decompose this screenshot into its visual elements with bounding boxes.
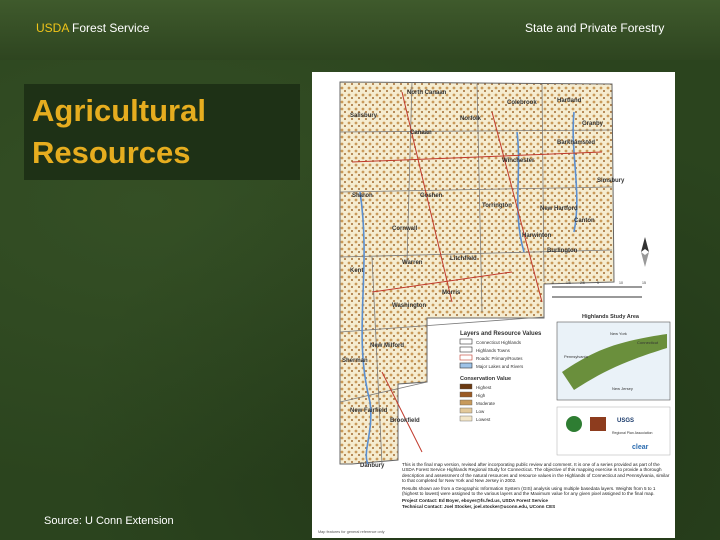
town-label: Colebrook <box>507 100 537 106</box>
conservation-swatch <box>459 383 473 390</box>
map-footnote: Map features for general reference only <box>318 530 385 534</box>
title-box: Agricultural Resources <box>24 84 300 180</box>
scale-tick-label: 5 <box>597 281 599 285</box>
town-label: Granby <box>582 121 604 127</box>
logo-clear: clear <box>632 444 649 451</box>
town-label: Cornwall <box>392 226 418 232</box>
logo-usgs: USGS <box>617 418 634 424</box>
conservation-label: Low <box>476 409 485 414</box>
scale-tick-label: 2/5 <box>580 281 585 285</box>
legend-layer-label: Highlands Towns <box>476 348 511 353</box>
logo-rpa: Regional Plan Association <box>612 431 653 435</box>
forest-service-label: Forest Service <box>72 21 150 35</box>
scale-tick-label: 0 <box>552 281 554 285</box>
legend-layer-label: Major Lakes and Rivers <box>476 364 524 369</box>
town-label: New Milford <box>370 343 404 349</box>
legend-layer-label: Roads: Primary/Routes <box>476 356 523 361</box>
conservation-label: Lowest <box>476 417 491 422</box>
slide-title: Agricultural Resources <box>32 93 206 170</box>
inset-state-label: New Jersey <box>612 386 633 391</box>
town-label: Hartland <box>557 98 582 104</box>
source-caption: Source: U Conn Extension <box>44 515 174 527</box>
town-label: Washington <box>392 303 426 309</box>
conservation-swatch <box>459 415 473 422</box>
map-description: This is the final map version, revised a… <box>318 462 670 534</box>
town-label: Canton <box>574 218 595 224</box>
town-label: Danbury <box>360 463 385 469</box>
legend-heading: Layers and Resource Values <box>460 331 542 337</box>
agency-label: USDA Forest Service <box>36 21 149 35</box>
inset-state-label: Pennsylvania <box>564 354 589 359</box>
town-label: Kent <box>350 268 363 274</box>
inset-title: Highlands Study Area <box>582 314 640 320</box>
legend-swatch <box>459 346 473 353</box>
map-legend: Layers and Resource Values Connecticut H… <box>459 331 542 422</box>
conservation-heading: Conservation Value <box>460 376 511 382</box>
town-label: Harwinton <box>522 233 552 239</box>
legend-swatch <box>459 338 473 345</box>
conservation-swatch <box>459 391 473 398</box>
town-label: Salisbury <box>350 113 378 119</box>
scale-bar: 0 1/5 2/5 5 10 15 <box>552 281 646 298</box>
town-label: Litchfield <box>450 256 477 262</box>
compass-icon <box>641 237 649 267</box>
town-label: Goshen <box>420 193 443 199</box>
usda-label: USDA <box>36 21 69 35</box>
town-label: Norfolk <box>460 116 482 122</box>
legend-layer-label: Connecticut Highlands <box>476 340 522 345</box>
town-label: Winchester <box>502 158 535 164</box>
town-label: Sharon <box>352 193 373 199</box>
inset-map: Highlands Study Area New York Connecticut… <box>556 314 671 401</box>
town-label: Morris <box>442 290 461 296</box>
town-label: Burlington <box>547 248 578 254</box>
scale-tick-label: 1/5 <box>566 281 571 285</box>
description-text-2: Results shown are from a Geographic Info… <box>402 485 656 497</box>
highlands-map: North Canaan Colebrook Hartland Salisbury No… <box>318 81 671 534</box>
map-image: North Canaan Colebrook Hartland Salisbury No… <box>312 72 675 538</box>
town-label: Canaan <box>410 130 432 136</box>
scale-tick-label: 10 <box>619 281 623 285</box>
scale-tick-label: 15 <box>642 281 646 285</box>
conservation-label: High <box>476 393 486 398</box>
town-label: New Fairfield <box>350 408 388 414</box>
inset-state-label: New York <box>610 331 627 336</box>
town-label: Brookfield <box>390 418 420 424</box>
conservation-label: Moderate <box>476 401 496 406</box>
town-label: New Hartford <box>540 206 578 212</box>
legend-swatch <box>459 362 473 369</box>
legend-swatch <box>459 354 473 361</box>
partner-logos: USGS Regional Plan Association clear <box>556 406 671 456</box>
inset-state-label: Connecticut <box>637 340 659 345</box>
technical-contact: Technical Contact: Joel Stocker, joel.st… <box>402 503 556 509</box>
conservation-swatch <box>459 407 473 414</box>
town-label: Sherman <box>342 358 368 364</box>
program-label: State and Private Forestry <box>525 21 665 35</box>
town-label: North Canaan <box>407 90 447 96</box>
town-label: Barkhamsted <box>557 140 595 146</box>
conservation-swatch <box>459 399 473 406</box>
description-text: This is the final map version, revised a… <box>402 462 670 484</box>
conservation-label: Highest <box>476 385 492 390</box>
town-label: Warren <box>402 260 423 266</box>
town-label: Torrington <box>482 203 512 209</box>
town-label: Simsbury <box>597 178 625 184</box>
